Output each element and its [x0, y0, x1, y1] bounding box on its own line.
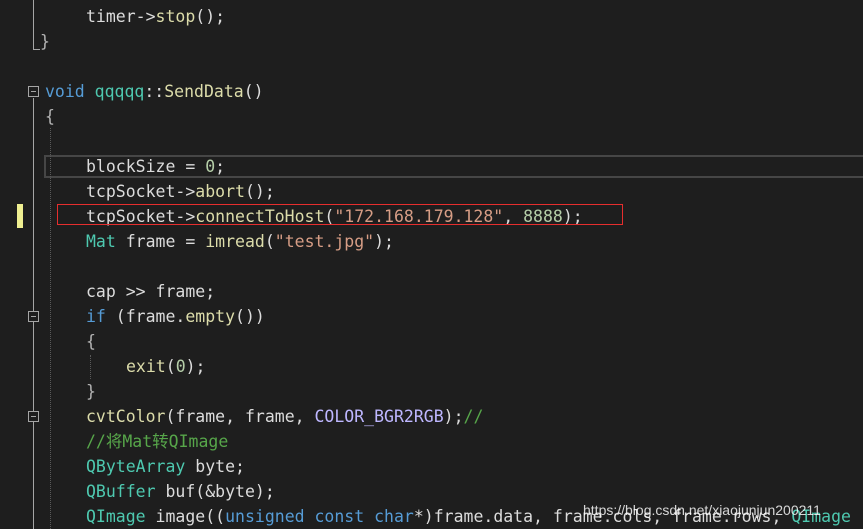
code-line[interactable]: if (frame.empty())	[86, 304, 265, 329]
code-token: (frame, frame,	[165, 407, 315, 426]
code-token: ;	[215, 157, 226, 176]
collapse-icon[interactable]	[28, 86, 39, 97]
code-token: {	[45, 107, 55, 126]
code-token: imread	[205, 232, 265, 251]
code-line[interactable]: blockSize = 0;	[86, 154, 225, 179]
code-token: 0	[175, 357, 186, 376]
code-token: ();	[195, 7, 226, 26]
code-line[interactable]: }	[40, 29, 50, 54]
code-token: "test.jpg"	[274, 232, 375, 251]
code-token: }	[40, 32, 50, 51]
code-token: Mat	[86, 232, 116, 251]
code-line[interactable]: exit(0);	[126, 354, 206, 379]
code-line[interactable]: tcpSocket->abort();	[86, 179, 275, 204]
code-token: ())	[235, 307, 265, 326]
code-token: //将Mat转QImage	[86, 432, 229, 451]
code-token: {	[86, 332, 96, 351]
code-token: exit	[126, 357, 166, 376]
code-token: QBuffer	[86, 482, 156, 501]
code-token: (frame.	[105, 307, 186, 326]
code-token: ()	[243, 82, 264, 101]
code-token: buf(&byte);	[155, 482, 275, 501]
code-token: );	[185, 357, 206, 376]
code-token: tcpSocket->	[86, 182, 196, 201]
code-line[interactable]: QByteArray byte;	[86, 454, 245, 479]
code-line[interactable]: Mat frame = imread("test.jpg");	[86, 229, 394, 254]
code-line[interactable]: timer->stop();	[86, 4, 225, 29]
indent-guide	[50, 128, 51, 529]
editor-gutter	[0, 0, 28, 529]
code-token: }	[86, 382, 96, 401]
code-token: ::	[144, 82, 165, 101]
code-token: abort	[195, 182, 245, 201]
code-line[interactable]: //将Mat转QImage	[86, 429, 228, 454]
code-line[interactable]: {	[45, 104, 55, 129]
code-token: QImage	[86, 507, 146, 526]
code-token: ();	[244, 182, 275, 201]
code-line[interactable]: QBuffer buf(&byte);	[86, 479, 275, 504]
code-token: void	[45, 82, 95, 101]
code-token: blockSize	[86, 157, 176, 176]
code-line[interactable]: cvtColor(frame, frame, COLOR_BGR2RGB);//	[86, 404, 483, 429]
code-token: cvtColor	[86, 407, 166, 426]
collapse-icon[interactable]	[28, 311, 39, 322]
code-token: stop	[155, 7, 196, 26]
fold-guide-end	[33, 49, 40, 50]
code-line[interactable]: void qqqqq::SendData()	[45, 79, 264, 104]
highlight-annotation-box	[57, 204, 623, 225]
code-token: if	[86, 307, 106, 326]
code-token: 0	[205, 157, 216, 176]
code-line[interactable]: }	[86, 379, 96, 404]
indent-guide	[90, 355, 91, 379]
code-token: QByteArray	[86, 457, 186, 476]
code-token: empty	[185, 307, 236, 326]
code-token: unsigned const char	[225, 507, 414, 526]
code-token: qqqqq	[94, 82, 145, 101]
code-token: timer->	[86, 7, 156, 26]
fold-guide	[33, 0, 34, 49]
watermark: https://blog.csdn.net/xiaojunjun200211	[583, 502, 821, 518]
code-line[interactable]: {	[86, 329, 96, 354]
code-token: );	[374, 232, 394, 251]
code-token: frame =	[115, 232, 206, 251]
code-token: SendData	[164, 82, 244, 101]
code-token: cap >> frame;	[86, 282, 216, 301]
code-token: (	[264, 232, 275, 251]
code-token: //	[463, 407, 484, 426]
code-token: );	[443, 407, 464, 426]
code-token: byte;	[185, 457, 245, 476]
code-editor[interactable]: timer->stop(); } void qqqqq::SendData() …	[0, 0, 863, 529]
code-token: (	[165, 357, 176, 376]
collapse-icon[interactable]	[28, 411, 39, 422]
code-line[interactable]: cap >> frame;	[86, 279, 215, 304]
code-token: =	[175, 157, 206, 176]
code-token: image((	[145, 507, 226, 526]
change-marker	[17, 204, 23, 228]
code-token: COLOR_BGR2RGB	[314, 407, 444, 426]
